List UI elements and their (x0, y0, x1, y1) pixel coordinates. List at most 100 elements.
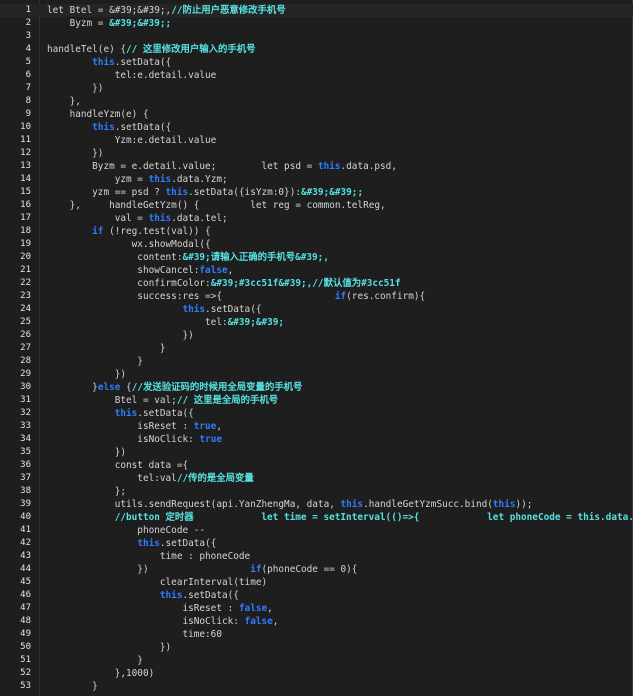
code-token: }, handleGetYzm() { let reg = common.tel… (47, 200, 386, 211)
line-code[interactable]: },1000) (47, 667, 155, 680)
code-token: this (182, 304, 206, 315)
code-token: }) (47, 369, 127, 380)
line-number: 19 (20, 239, 31, 249)
code-token: showCancel: (47, 265, 200, 276)
line-code[interactable]: wx.showModal({ (47, 238, 211, 251)
code-token: this (137, 538, 160, 549)
line-code[interactable]: this.setData({ (47, 303, 261, 316)
line-code[interactable]: yzm == psd ? this.setData({isYzm:0}):&#3… (47, 186, 363, 199)
line-code[interactable]: isNoClick: false, (47, 615, 278, 628)
line-code[interactable]: }) (47, 329, 193, 342)
line-code[interactable]: handleYzm(e) { (47, 108, 149, 121)
line-code[interactable]: yzm = this.data.Yzm; (47, 173, 228, 186)
line-number: 20 (20, 252, 31, 262)
line-code[interactable]: }, handleGetYzm() { let reg = common.tel… (47, 199, 386, 212)
line-code[interactable]: Byzm = &#39;&#39;; (47, 17, 172, 30)
code-token: this (148, 174, 172, 185)
code-token: &#39;&#39;; (301, 187, 364, 198)
line-number: 48 (20, 616, 31, 626)
line-code[interactable]: success:res =>{ if(res.confirm){ (47, 290, 425, 303)
line-number: 7 (25, 83, 31, 93)
code-token: this (114, 408, 138, 419)
line-code[interactable]: } (47, 680, 98, 693)
line-code[interactable]: isReset : true, (47, 420, 222, 433)
code-token: //传的是全局变量 (176, 473, 254, 484)
line-number: 51 (20, 655, 31, 665)
line-code[interactable]: clearInterval(time) (47, 576, 267, 589)
line-code[interactable]: time : phoneCode (47, 550, 250, 563)
code-token: yzm == psd ? (47, 187, 166, 198)
line-code[interactable]: val = this.data.tel; (47, 212, 228, 225)
code-token: .data.Yzm; (171, 174, 228, 185)
line-number: 23 (20, 291, 31, 301)
line-code[interactable]: Btel = val;// 这里是全局的手机号 (47, 394, 278, 407)
line-number: 41 (20, 525, 31, 535)
line-code[interactable]: this.setData({ (47, 121, 171, 134)
line-code[interactable]: this.setData({ (47, 589, 239, 602)
line-code[interactable]: }; (47, 485, 126, 498)
code-line[interactable]: 1 let Btel = &#39;&#39;,//防止用户恶意修改手机号 (0, 4, 633, 17)
line-code[interactable]: }else {//发送验证码的时候用全局变量的手机号 (47, 381, 302, 394)
line-number: 9 (25, 109, 31, 119)
code-token: this (340, 499, 364, 510)
code-token: wx.showModal({ (47, 239, 211, 250)
line-code[interactable]: }) (47, 82, 103, 95)
line-code[interactable]: //button 定时器 let time = setInterval(()=>… (47, 511, 633, 524)
code-token: handleYzm(e) { (47, 109, 149, 120)
code-token: }) (47, 564, 251, 575)
line-code[interactable]: let Btel = &#39;&#39;,//防止用户恶意修改手机号 (47, 4, 286, 17)
line-code[interactable]: } (47, 355, 143, 368)
line-code[interactable]: content:&#39;请输入正确的手机号&#39;, (47, 251, 329, 264)
code-token: this (165, 187, 189, 198)
line-code[interactable]: tel:&#39;&#39; (47, 316, 284, 329)
line-code[interactable]: this.setData({ (47, 56, 171, 69)
code-token: .setData({ (114, 57, 172, 68)
code-token: }) (47, 642, 172, 653)
code-token: tel:val (47, 473, 177, 484)
line-code[interactable]: Byzm = e.detail.value; let psd = this.da… (47, 160, 397, 173)
line-code[interactable]: showCancel:false, (47, 264, 233, 277)
line-code[interactable]: }) (47, 446, 126, 459)
code-token: clearInterval(time) (47, 577, 268, 588)
code-token: .handleGetYzmSucc.bind( (363, 499, 493, 510)
line-code[interactable]: isReset : false, (47, 602, 272, 615)
line-code[interactable]: this.setData({ (47, 537, 216, 550)
line-code[interactable]: Yzm:e.detail.value (47, 134, 217, 147)
line-number: 52 (20, 668, 31, 678)
line-code[interactable]: }) (47, 147, 103, 160)
line-number: 5 (25, 57, 31, 67)
line-code[interactable]: confirmColor:&#39;#3cc51f&#39;,//默认值为#3c… (47, 277, 400, 290)
line-number: 17 (20, 213, 31, 223)
line-code[interactable]: time:60 (47, 628, 222, 641)
line-code[interactable]: this.setData({ (47, 407, 194, 420)
code-editor[interactable]: 1 let Btel = &#39;&#39;,//防止用户恶意修改手机号 2 By… (0, 0, 633, 696)
line-number: 34 (20, 434, 31, 444)
code-token: // 这里是全局的手机号 (176, 395, 279, 406)
code-token: tel: (47, 317, 228, 328)
line-code[interactable]: }) (47, 368, 126, 381)
code-token: this (159, 590, 183, 601)
line-number: 27 (20, 343, 31, 353)
code-token: if (92, 226, 104, 237)
line-code[interactable]: tel:e.detail.value (47, 69, 217, 82)
line-code[interactable]: const data ={ (47, 459, 188, 472)
line-number: 43 (20, 551, 31, 561)
line-code[interactable]: handleTel(e) {// 这里修改用户输入的手机号 (47, 43, 255, 56)
code-token: isReset : (47, 421, 194, 432)
line-code[interactable]: }, (47, 95, 81, 108)
line-code[interactable]: isNoClick: true (47, 433, 222, 446)
line-code[interactable]: utils.sendRequest(api.YanZhengMa, data, … (47, 498, 533, 511)
code-token: &#39;请输入正确的手机号&#39;, (182, 252, 329, 263)
code-token: (!reg.test(val)) { (103, 226, 211, 237)
line-code[interactable]: }) (47, 641, 171, 654)
code-token: content: (47, 252, 183, 263)
line-code[interactable]: if (!reg.test(val)) { (47, 225, 211, 238)
line-number: 46 (20, 590, 31, 600)
line-code[interactable]: } (47, 654, 143, 667)
code-token: .setData({isYzm:0}): (188, 187, 301, 198)
line-code[interactable]: }) if(phoneCode == 0){ (47, 563, 357, 576)
line-number: 16 (20, 200, 31, 210)
line-code[interactable]: } (47, 342, 166, 355)
line-code[interactable]: phoneCode -- (47, 524, 205, 537)
line-code[interactable]: tel:val//传的是全局变量 (47, 472, 254, 485)
